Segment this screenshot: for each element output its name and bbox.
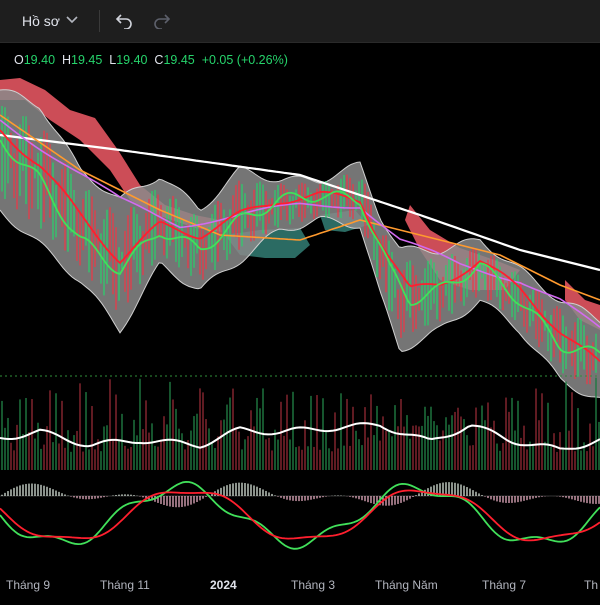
x-axis-label: Tháng 11	[100, 578, 150, 592]
volume-ma-line	[0, 422, 600, 450]
redo-button[interactable]	[150, 9, 174, 33]
undo-icon	[115, 14, 132, 29]
undo-button[interactable]	[112, 9, 136, 33]
chart-area[interactable]	[0, 43, 600, 600]
top-toolbar: Hồ sơ	[0, 0, 600, 43]
redo-icon	[154, 14, 171, 29]
price-chart[interactable]	[0, 43, 600, 600]
x-axis-label: Tháng 9	[6, 578, 51, 592]
chevron-down-icon	[66, 15, 78, 27]
x-axis-label: Tháng 7	[482, 578, 527, 592]
profile-label: Hồ sơ	[22, 13, 60, 29]
time-axis: Tháng 9 Tháng 11 2024 Tháng 3 Tháng Năm …	[0, 572, 600, 596]
oscillator-slow-line	[0, 489, 600, 542]
x-axis-label: Tháng Năm	[375, 578, 438, 592]
x-axis-label: Th	[584, 578, 599, 592]
profile-dropdown[interactable]: Hồ sơ	[16, 8, 84, 34]
x-axis-label: Tháng 3	[291, 578, 336, 592]
toolbar-divider	[99, 10, 100, 32]
x-axis-label: 2024	[210, 578, 237, 592]
